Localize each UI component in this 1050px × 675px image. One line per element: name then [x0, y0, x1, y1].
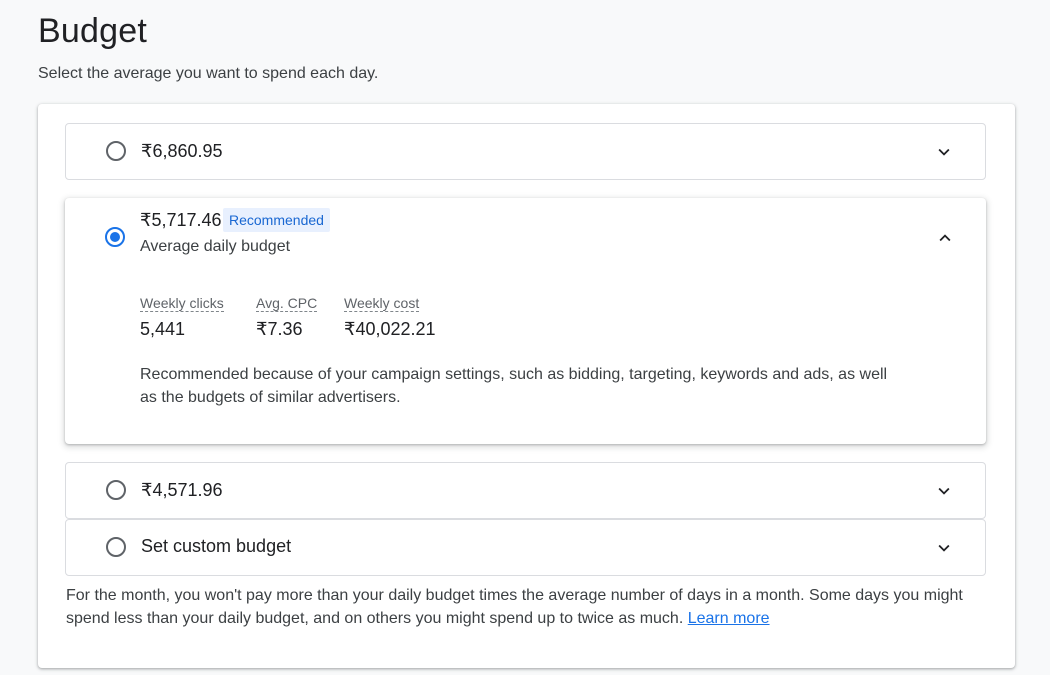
chevron-down-icon[interactable] [933, 537, 955, 559]
page-subtitle: Select the average you want to spend eac… [38, 65, 379, 82]
recommended-badge: Recommended [223, 208, 330, 232]
budget-amount: ₹6,860.95 [141, 141, 223, 161]
budget-amount: ₹4,571.96 [141, 480, 223, 500]
recommendation-reason: Recommended because of your campaign set… [140, 366, 888, 406]
chevron-down-icon[interactable] [933, 141, 955, 163]
chevron-up-icon[interactable] [934, 227, 956, 249]
stat-value-weekly-cost: ₹40,022.21 [344, 319, 436, 339]
stat-label-avg-cpc[interactable]: Avg. CPC [256, 296, 318, 312]
chevron-down-icon[interactable] [933, 480, 955, 502]
budget-option-3[interactable]: ₹4,571.96 [65, 462, 986, 519]
stat-label-weekly-cost[interactable]: Weekly cost [344, 296, 420, 312]
radio-button-selected[interactable] [105, 227, 125, 247]
budget-sublabel: Average daily budget [140, 238, 291, 255]
budget-option-2[interactable]: ₹5,717.46 Recommended Average daily budg… [65, 198, 986, 444]
learn-more-link[interactable]: Learn more [688, 610, 770, 627]
radio-button[interactable] [106, 537, 126, 557]
budget-option-1[interactable]: ₹6,860.95 [65, 123, 986, 180]
radio-button[interactable] [106, 141, 126, 161]
stat-label-weekly-clicks[interactable]: Weekly clicks [140, 296, 224, 312]
budget-amount: ₹5,717.46 [140, 210, 222, 230]
monthly-budget-note: For the month, you won't pay more than y… [66, 584, 966, 630]
radio-button[interactable] [106, 480, 126, 500]
page-title: Budget [38, 12, 147, 50]
custom-budget-label: Set custom budget [141, 536, 292, 556]
budget-option-custom[interactable]: Set custom budget [65, 519, 986, 576]
stat-value-weekly-clicks: 5,441 [140, 319, 186, 339]
footer-text: For the month, you won't pay more than y… [66, 587, 963, 627]
stat-value-avg-cpc: ₹7.36 [256, 319, 303, 339]
